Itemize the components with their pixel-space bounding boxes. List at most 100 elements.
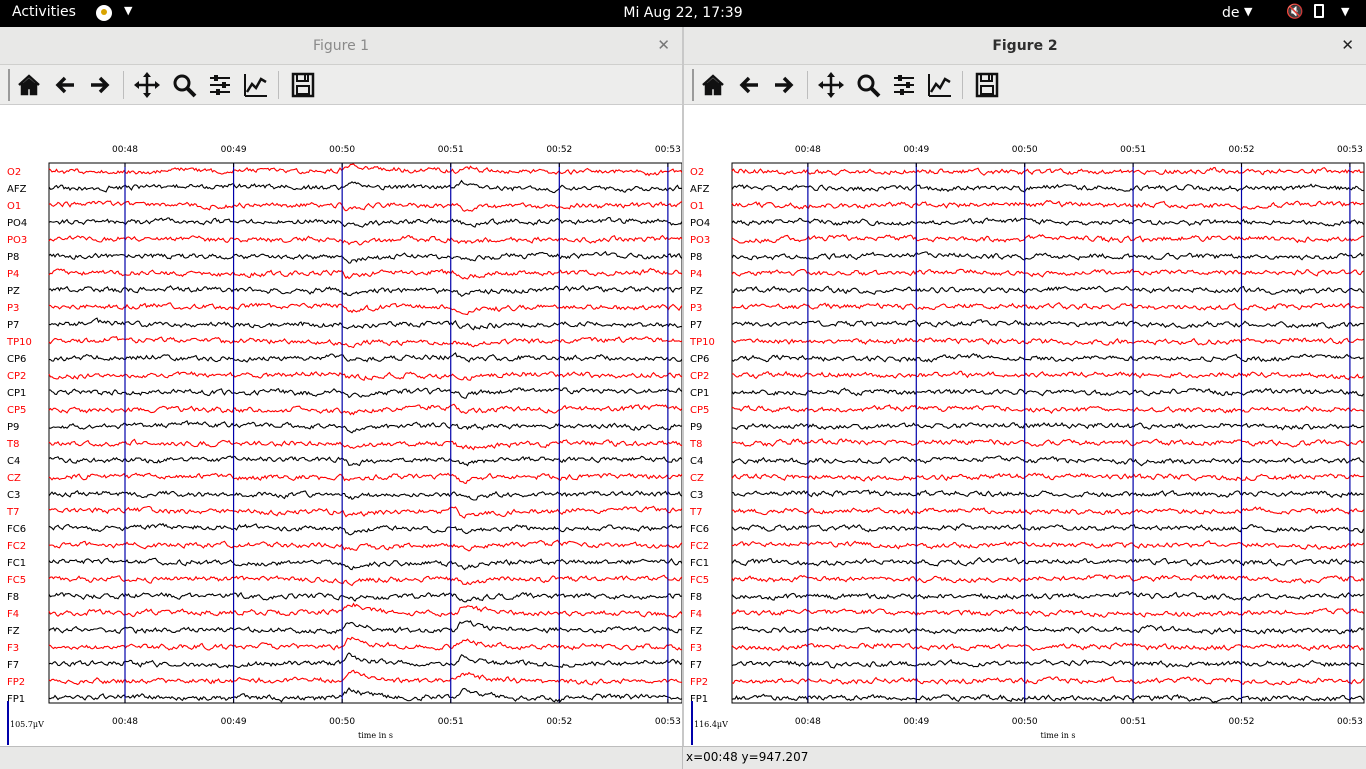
channel-label-o1: O1 — [7, 201, 21, 212]
channel-label-p4: P4 — [690, 269, 702, 280]
x-tick-label: 00:48 — [112, 717, 138, 727]
channel-label-cp6: CP6 — [7, 354, 26, 365]
forward-arrow-icon[interactable] — [85, 70, 115, 100]
save-icon[interactable] — [972, 70, 1002, 100]
channel-label-o2: O2 — [7, 167, 21, 178]
x-tick-label-top: 00:50 — [1012, 145, 1038, 155]
channel-label-fc1: FC1 — [7, 558, 26, 569]
x-tick-label: 00:53 — [1337, 717, 1363, 727]
subplots-icon[interactable] — [205, 70, 235, 100]
channel-label-po3: PO3 — [690, 235, 710, 246]
channel-label-cp1: CP1 — [7, 388, 26, 399]
channel-label-cp5: CP5 — [690, 405, 709, 416]
x-tick-label: 00:51 — [1120, 717, 1146, 727]
channel-label-cz: CZ — [7, 473, 21, 484]
battery-icon[interactable] — [1314, 4, 1324, 18]
chevron-down-icon[interactable]: ▼ — [1244, 5, 1252, 18]
channel-label-c3: C3 — [690, 490, 703, 501]
eeg-plot-area[interactable]: O2 AFZ O1 PO4 PO3 P8 P4 PZ P3 P7 TP10 CP6 CP2 CP1 CP5 P… — [684, 105, 1366, 757]
eeg-plot-area[interactable]: O2 AFZ O1 PO4 PO3 P8 P4 PZ P3 P7 TP10 CP6 CP2 CP1 CP5 P… — [0, 105, 683, 757]
zoom-icon[interactable] — [853, 70, 883, 100]
keyboard-language[interactable]: de — [1222, 5, 1240, 21]
toolbar-separator — [962, 71, 963, 99]
clock[interactable]: Mi Aug 22, 17:39 — [0, 5, 1366, 21]
amplitude-scale-label: 105.7μV — [10, 720, 44, 729]
channel-label-t7: T7 — [689, 507, 702, 518]
x-tick-label-top: 00:51 — [438, 145, 464, 155]
x-tick-label-top: 00:52 — [1229, 145, 1255, 155]
x-tick-label: 00:50 — [1012, 717, 1038, 727]
home-icon[interactable] — [14, 70, 44, 100]
x-tick-label: 00:52 — [546, 717, 572, 727]
x-tick-label-top: 00:49 — [903, 145, 929, 155]
window-titlebar[interactable]: Figure 2 ✕ — [684, 27, 1366, 65]
home-icon[interactable] — [698, 70, 728, 100]
channel-label-fc2: FC2 — [690, 541, 709, 552]
channel-label-cp1: CP1 — [690, 388, 709, 399]
forward-arrow-icon[interactable] — [769, 70, 799, 100]
window-titlebar[interactable]: Figure 1 ✕ — [0, 27, 682, 65]
edit-curves-icon[interactable] — [925, 70, 955, 100]
status-bar: x=00:48 y=947.207 — [0, 746, 1366, 769]
x-tick-label-top: 00:48 — [112, 145, 138, 155]
channel-label-o2: O2 — [690, 167, 704, 178]
channel-label-o1: O1 — [690, 201, 704, 212]
save-icon[interactable] — [288, 70, 318, 100]
close-icon[interactable]: ✕ — [657, 36, 670, 54]
x-axis-label: time in s — [358, 731, 393, 740]
channel-label-cp2: CP2 — [690, 371, 709, 382]
edit-curves-icon[interactable] — [241, 70, 271, 100]
toolbar-handle[interactable] — [8, 69, 10, 101]
channel-label-p3: P3 — [7, 303, 19, 314]
channel-label-cp6: CP6 — [690, 354, 709, 365]
subplots-icon[interactable] — [889, 70, 919, 100]
x-tick-label-top: 00:51 — [1120, 145, 1146, 155]
channel-label-fc2: FC2 — [7, 541, 26, 552]
pan-icon[interactable] — [132, 70, 162, 100]
x-tick-label: 00:52 — [1229, 717, 1255, 727]
figure-window-1: Figure 1 ✕ O2 AFZ O1 PO4 PO3 P8 P4 PZ P3 P7 TP10 CP… — [0, 27, 683, 757]
back-arrow-icon[interactable] — [50, 70, 80, 100]
channel-label-p9: P9 — [690, 422, 702, 433]
back-arrow-icon[interactable] — [734, 70, 764, 100]
x-tick-label: 00:50 — [329, 717, 355, 727]
channel-label-f4: F4 — [7, 609, 19, 620]
pan-icon[interactable] — [816, 70, 846, 100]
close-icon[interactable]: ✕ — [1341, 36, 1354, 54]
channel-label-fc6: FC6 — [690, 524, 709, 535]
zoom-icon[interactable] — [169, 70, 199, 100]
eeg-chart[interactable]: O2 AFZ O1 PO4 PO3 P8 P4 PZ P3 P7 TP10 CP6 CP2 CP1 CP5 P… — [0, 105, 683, 757]
x-tick-label-top: 00:53 — [1337, 145, 1363, 155]
system-top-bar: Activities ▼ Mi Aug 22, 17:39 de ▼ 🔇 ▼ — [0, 0, 1366, 27]
window-title: Figure 1 — [312, 38, 370, 54]
channel-label-cz: CZ — [690, 473, 704, 484]
channel-label-f8: F8 — [690, 592, 702, 603]
channel-label-tp10: TP10 — [689, 337, 715, 348]
channel-label-p4: P4 — [7, 269, 19, 280]
x-tick-label: 00:49 — [221, 717, 247, 727]
channel-label-p9: P9 — [7, 422, 19, 433]
channel-label-p3: P3 — [690, 303, 702, 314]
channel-label-po3: PO3 — [7, 235, 27, 246]
toolbar-handle[interactable] — [692, 69, 694, 101]
channel-label-afz: AFZ — [7, 184, 27, 195]
toolbar-separator — [123, 71, 124, 99]
channel-label-pz: PZ — [690, 286, 703, 297]
channel-label-f7: F7 — [690, 660, 702, 671]
channel-label-po4: PO4 — [7, 218, 27, 229]
channel-label-fp2: FP2 — [690, 677, 708, 688]
channel-label-fz: FZ — [690, 626, 703, 637]
chevron-down-icon[interactable]: ▼ — [1341, 5, 1349, 18]
channel-label-p8: P8 — [690, 252, 702, 263]
channel-label-f3: F3 — [7, 643, 19, 654]
eeg-chart[interactable]: O2 AFZ O1 PO4 PO3 P8 P4 PZ P3 P7 TP10 CP6 CP2 CP1 CP5 P… — [684, 105, 1366, 757]
volume-muted-icon[interactable]: 🔇 — [1286, 4, 1303, 20]
x-tick-label-top: 00:50 — [329, 145, 355, 155]
channel-label-f7: F7 — [7, 660, 19, 671]
x-tick-label-top: 00:52 — [546, 145, 572, 155]
channel-label-po4: PO4 — [690, 218, 710, 229]
channel-label-afz: AFZ — [690, 184, 710, 195]
channel-label-t7: T7 — [6, 507, 19, 518]
toolbar-separator — [807, 71, 808, 99]
figure-window-2: Figure 2 ✕ O2 AFZ O1 PO4 PO3 P8 P4 PZ P3 P7 TP10 CP… — [684, 27, 1366, 757]
